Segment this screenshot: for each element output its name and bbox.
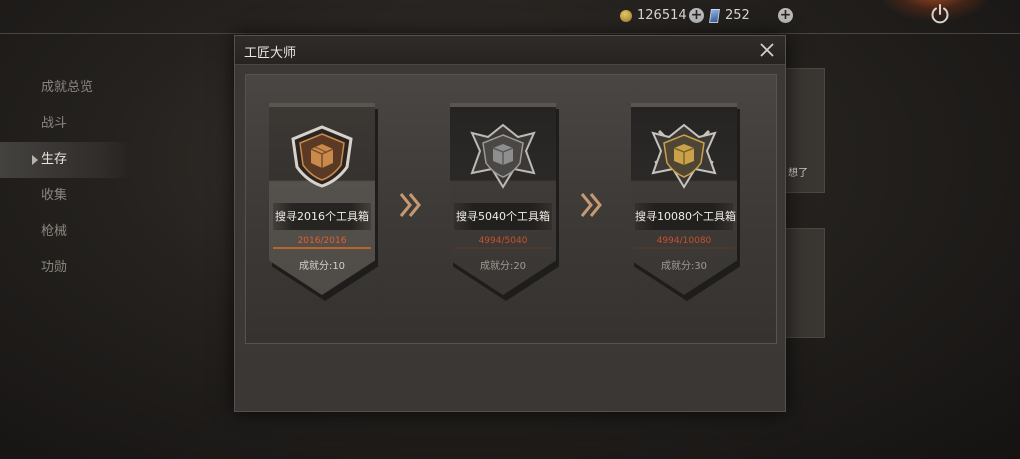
- nav-label: 生存: [41, 152, 68, 167]
- banner-top-edge: [269, 103, 375, 107]
- nav-label: 收集: [41, 188, 68, 203]
- nav-label: 成就总览: [41, 80, 94, 95]
- power-icon[interactable]: [928, 2, 952, 26]
- nav-item-firearms[interactable]: 枪械: [0, 214, 130, 250]
- nav-active-arrow-icon: [32, 155, 38, 165]
- coin-amount: 126514: [637, 8, 687, 23]
- achievement-score: 成就分:20: [479, 261, 527, 272]
- modal-header: 工匠大师: [235, 36, 785, 65]
- card-icon: [709, 8, 720, 23]
- chevron-right-icon: [580, 193, 602, 217]
- top-divider: [0, 33, 1020, 34]
- close-icon[interactable]: [758, 41, 776, 59]
- achievement-progress: 4994/10080: [635, 234, 733, 249]
- card-counter: 252: [709, 8, 750, 23]
- achievement-progress: 4994/5040: [454, 234, 552, 249]
- background-card-text: 想了: [788, 168, 808, 179]
- crate-emblem-icon: [291, 125, 353, 188]
- achievement-task-label: 搜寻2016个工具箱: [273, 203, 371, 230]
- crate-emblem-icon: [651, 123, 717, 189]
- achievement-banner-tier3[interactable]: 搜寻10080个工具箱 4994/10080 成就分:30: [631, 103, 740, 303]
- top-bar: 126514 + 252 +: [0, 0, 1020, 34]
- banner-top-edge: [631, 103, 737, 107]
- nav-item-merit[interactable]: 功勋: [0, 250, 130, 286]
- modal-footer: [235, 351, 785, 411]
- nav-item-survival[interactable]: 生存: [0, 142, 130, 178]
- card-amount: 252: [725, 8, 750, 23]
- crate-emblem-icon: [470, 123, 536, 189]
- achievement-detail-modal: 工匠大师 搜寻2016个工具箱 2016/2016 成就分:10 搜寻5040个…: [234, 35, 786, 412]
- nav-label: 功勋: [41, 260, 68, 275]
- add-coins-button[interactable]: +: [689, 8, 704, 23]
- achievement-task-label: 搜寻10080个工具箱: [635, 203, 736, 230]
- achievement-score: 成就分:10: [298, 261, 346, 272]
- achievement-score: 成就分:30: [660, 261, 708, 272]
- side-nav: 成就总览 战斗 生存 收集 枪械 功勋: [0, 70, 130, 286]
- achievement-task-label: 搜寻5040个工具箱: [454, 203, 552, 230]
- chevron-right-icon: [399, 193, 421, 217]
- add-cards-button[interactable]: +: [778, 8, 793, 23]
- achievement-progress: 2016/2016: [273, 234, 371, 249]
- modal-title: 工匠大师: [244, 46, 297, 61]
- banner-top-edge: [450, 103, 556, 107]
- achievement-banner-tier2[interactable]: 搜寻5040个工具箱 4994/5040 成就分:20: [450, 103, 559, 303]
- nav-label: 战斗: [41, 116, 68, 131]
- achievement-tiers-panel: 搜寻2016个工具箱 2016/2016 成就分:10 搜寻5040个工具箱 4…: [245, 74, 777, 344]
- nav-item-overview[interactable]: 成就总览: [0, 70, 130, 106]
- nav-item-combat[interactable]: 战斗: [0, 106, 130, 142]
- nav-label: 枪械: [41, 224, 68, 239]
- coin-counter: 126514: [620, 8, 687, 23]
- achievement-banner-tier1[interactable]: 搜寻2016个工具箱 2016/2016 成就分:10: [269, 103, 378, 303]
- coin-icon: [620, 9, 632, 22]
- nav-item-collection[interactable]: 收集: [0, 178, 130, 214]
